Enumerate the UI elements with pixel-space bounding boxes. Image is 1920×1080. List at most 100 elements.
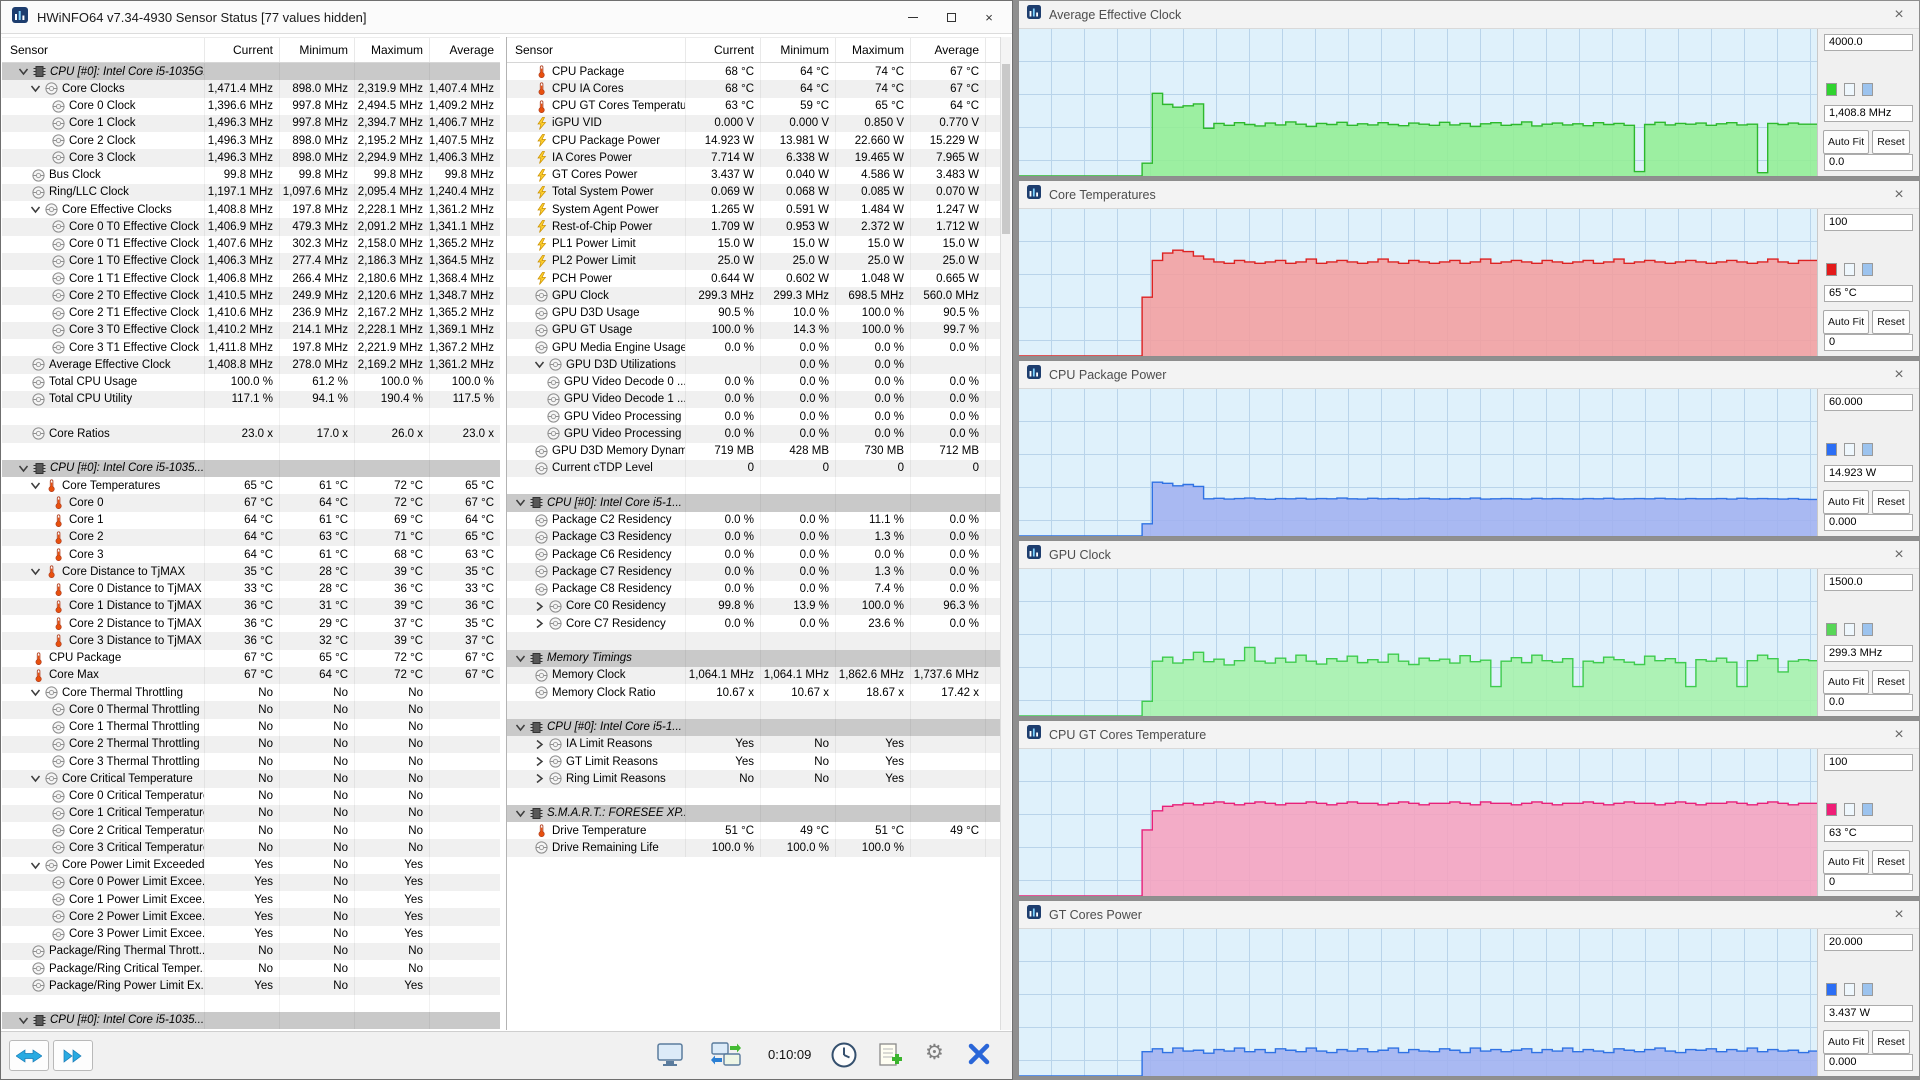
sensor-row[interactable]: Core 2 Power Limit Excee... Yes No Yes: [2, 908, 500, 926]
sensor-group-row[interactable]: CPU [#0]: Intel Core i5-1035G1: [2, 63, 500, 81]
series-color-swatch[interactable]: [1826, 263, 1837, 276]
tray-monitor-button[interactable]: [656, 1042, 684, 1068]
sensor-row[interactable]: Core 1 T1 Effective Clock 1,406.8 MHz 266.…: [2, 270, 500, 288]
chevron-down-icon[interactable]: [18, 1015, 29, 1026]
background-color-swatch[interactable]: [1844, 263, 1855, 276]
sensor-row[interactable]: CPU GT Cores Temperature 63 °C 59 °C 65 °C 6…: [507, 97, 1002, 115]
sensor-row[interactable]: Core 1 Distance to TjMAX 36 °C 31 °C 39 °C 3…: [2, 597, 500, 615]
sensor-row[interactable]: GPU D3D Memory Dynamic 719 MB 428 MB 730 MB…: [507, 442, 1002, 460]
sensor-row[interactable]: Core 3 Clock 1,496.3 MHz 898.0 MHz 2,294.9 …: [2, 149, 500, 167]
chevron-down-icon[interactable]: [30, 480, 41, 491]
sensor-row[interactable]: Package/Ring Power Limit Ex... Yes No Yes: [2, 977, 500, 995]
sensor-row[interactable]: Core 0 Thermal Throttling No No No: [2, 701, 500, 719]
chevron-right-icon[interactable]: [534, 618, 545, 629]
sensor-row[interactable]: Core C0 Residency 99.8 % 13.9 % 100.0 % 96.3…: [507, 597, 1002, 615]
sensor-row[interactable]: Core 2 T1 Effective Clock 1,410.6 MHz 236.…: [2, 304, 500, 322]
sensor-row[interactable]: GT Cores Power 3.437 W 0.040 W 4.586 W 3.483…: [507, 166, 1002, 184]
graph-close-button[interactable]: ×: [1889, 545, 1909, 565]
sensor-row[interactable]: Core 3 Thermal Throttling No No No: [2, 753, 500, 771]
fast-forward-button[interactable]: [53, 1040, 93, 1071]
sensor-row[interactable]: Core 2 64 °C 63 °C 71 °C 65 °C: [2, 528, 500, 546]
background-color-swatch[interactable]: [1844, 83, 1855, 96]
minimize-button[interactable]: [894, 1, 932, 34]
grid-color-swatch[interactable]: [1862, 83, 1873, 96]
chevron-right-icon[interactable]: [534, 601, 545, 612]
sensor-row[interactable]: Core 3 T0 Effective Clock 1,410.2 MHz 214.…: [2, 321, 500, 339]
sensor-row[interactable]: Core 0 T0 Effective Clock 1,406.9 MHz 479.…: [2, 218, 500, 236]
sensor-row[interactable]: Core Thermal Throttling No No No: [2, 684, 500, 702]
sensor-row[interactable]: Core 0 Power Limit Excee... Yes No Yes: [2, 873, 500, 891]
sensor-row[interactable]: GPU D3D Usage 90.5 % 10.0 % 100.0 % 90.5 %: [507, 304, 1002, 322]
background-color-swatch[interactable]: [1844, 443, 1855, 456]
sensor-row[interactable]: Core 1 Critical Temperature No No No: [2, 804, 500, 822]
remote-monitoring-button[interactable]: [711, 1042, 741, 1068]
window-titlebar[interactable]: HWiNFO64 v7.34-4930 Sensor Status [77 va…: [1, 1, 1012, 34]
close-sensors-button[interactable]: [967, 1042, 991, 1066]
auto-fit-button[interactable]: Auto Fit: [1823, 490, 1870, 514]
sensor-row[interactable]: Package/Ring Thermal Thrott... No No No: [2, 942, 500, 960]
chevron-down-icon[interactable]: [534, 359, 545, 370]
sensor-row[interactable]: Core 0 Clock 1,396.6 MHz 997.8 MHz 2,494.5 …: [2, 97, 500, 115]
sensor-row[interactable]: GPU Video Processing ... 0.0 % 0.0 % 0.0 % 0…: [507, 425, 1002, 443]
sensor-row[interactable]: Total System Power 0.069 W 0.068 W 0.085 W0…: [507, 183, 1002, 201]
sensor-row[interactable]: Core 3 T1 Effective Clock 1,411.8 MHz 197.…: [2, 339, 500, 357]
graph-close-button[interactable]: ×: [1889, 725, 1909, 745]
sensor-row[interactable]: CPU Package 68 °C 64 °C 74 °C 67 °C: [507, 63, 1002, 81]
chevron-down-icon[interactable]: [515, 653, 526, 664]
grid-color-swatch[interactable]: [1862, 623, 1873, 636]
sensor-group-row[interactable]: CPU [#0]: Intel Core i5-1...: [507, 494, 1002, 512]
sensor-row[interactable]: Core 2 Thermal Throttling No No No: [2, 735, 500, 753]
sensor-row[interactable]: Core C7 Residency 0.0 % 0.0 % 23.6 % 0.0 %: [507, 615, 1002, 633]
sensor-row[interactable]: Core 2 Clock 1,496.3 MHz 898.0 MHz 2,195.2 …: [2, 132, 500, 150]
sensor-group-row[interactable]: CPU [#0]: Intel Core i5-1035...: [2, 1011, 500, 1029]
sensor-group-row[interactable]: CPU [#0]: Intel Core i5-1...: [507, 718, 1002, 736]
auto-fit-button[interactable]: Auto Fit: [1823, 310, 1870, 334]
graph-titlebar[interactable]: Average Effective Clock ×: [1019, 1, 1919, 29]
background-color-swatch[interactable]: [1844, 623, 1855, 636]
chevron-down-icon[interactable]: [30, 204, 41, 215]
sensor-row[interactable]: Package C3 Residency 0.0 % 0.0 % 1.3 % 0.0 %: [507, 528, 1002, 546]
graph-close-button[interactable]: ×: [1889, 185, 1909, 205]
series-color-swatch[interactable]: [1826, 443, 1837, 456]
chevron-down-icon[interactable]: [30, 773, 41, 784]
scrollbar-thumb[interactable]: [1002, 64, 1010, 234]
series-color-swatch[interactable]: [1826, 623, 1837, 636]
sensor-row[interactable]: Core 1 Thermal Throttling No No No: [2, 718, 500, 736]
auto-fit-button[interactable]: Auto Fit: [1823, 850, 1870, 874]
sensor-row[interactable]: System Agent Power 1.265 W 0.591 W 1.484 W1…: [507, 201, 1002, 219]
chevron-right-icon[interactable]: [534, 773, 545, 784]
sensor-row[interactable]: Package/Ring Critical Temper... No No No: [2, 960, 500, 978]
sensor-row[interactable]: Core 2 T0 Effective Clock 1,410.5 MHz 249.…: [2, 287, 500, 305]
sensor-row[interactable]: Core Max 67 °C 64 °C 72 °C 67 °C: [2, 666, 500, 684]
sensor-row[interactable]: CPU Package Power 14.923 W 13.981 W 22.660 …: [507, 132, 1002, 150]
chevron-down-icon[interactable]: [30, 860, 41, 871]
column-header-average[interactable]: Average: [910, 38, 985, 62]
sensor-row[interactable]: Core 1 Clock 1,496.3 MHz 997.8 MHz 2,394.7 …: [2, 114, 500, 132]
sensor-row[interactable]: Core 3 Power Limit Excee... Yes No Yes: [2, 925, 500, 943]
auto-fit-button[interactable]: Auto Fit: [1823, 670, 1870, 694]
sensor-row[interactable]: Package C6 Residency 0.0 % 0.0 % 0.0 % 0.0 %: [507, 546, 1002, 564]
sensor-row[interactable]: GPU Clock 299.3 MHz 299.3 MHz 698.5 MHz 560.…: [507, 287, 1002, 305]
scrollbar[interactable]: [1000, 37, 1011, 1030]
graph-titlebar[interactable]: Core Temperatures ×: [1019, 181, 1919, 209]
sensor-row[interactable]: Core Temperatures 65 °C 61 °C 72 °C 65 °C: [2, 477, 500, 495]
sensor-row[interactable]: Core 1 T0 Effective Clock 1,406.3 MHz 277.…: [2, 252, 500, 270]
sensor-row[interactable]: Core Ratios 23.0 x 17.0 x 26.0 x 23.0 x: [2, 425, 500, 443]
chevron-down-icon[interactable]: [30, 687, 41, 698]
grid-color-swatch[interactable]: [1862, 983, 1873, 996]
sensor-row[interactable]: Bus Clock 99.8 MHz 99.8 MHz 99.8 MHz 99.8 MH…: [2, 166, 500, 184]
sensor-group-row[interactable]: Memory Timings: [507, 649, 1002, 667]
sensor-row[interactable]: Core 0 Distance to TjMAX 33 °C 28 °C 36 °C 3…: [2, 580, 500, 598]
sensor-row[interactable]: GT Limit Reasons Yes No Yes: [507, 753, 1002, 771]
sensor-row[interactable]: Memory Clock 1,064.1 MHz 1,064.1 MHz 1,862.…: [507, 666, 1002, 684]
auto-fit-button[interactable]: Auto Fit: [1823, 1030, 1870, 1054]
reset-button[interactable]: Reset: [1872, 130, 1910, 154]
chevron-down-icon[interactable]: [18, 463, 29, 474]
sensor-row[interactable]: Package C8 Residency 0.0 % 0.0 % 7.4 % 0.0 %: [507, 580, 1002, 598]
grid-color-swatch[interactable]: [1862, 263, 1873, 276]
sensor-row[interactable]: Core 3 Distance to TjMAX 36 °C 32 °C 39 °C 3…: [2, 632, 500, 650]
sensor-row[interactable]: PL2 Power Limit 25.0 W 25.0 W 25.0 W 25.0 W: [507, 252, 1002, 270]
sensor-row[interactable]: Package C7 Residency 0.0 % 0.0 % 1.3 % 0.0 %: [507, 563, 1002, 581]
maximize-button[interactable]: [932, 1, 970, 34]
sensor-row[interactable]: Core Effective Clocks 1,408.8 MHz 197.8 MH…: [2, 201, 500, 219]
